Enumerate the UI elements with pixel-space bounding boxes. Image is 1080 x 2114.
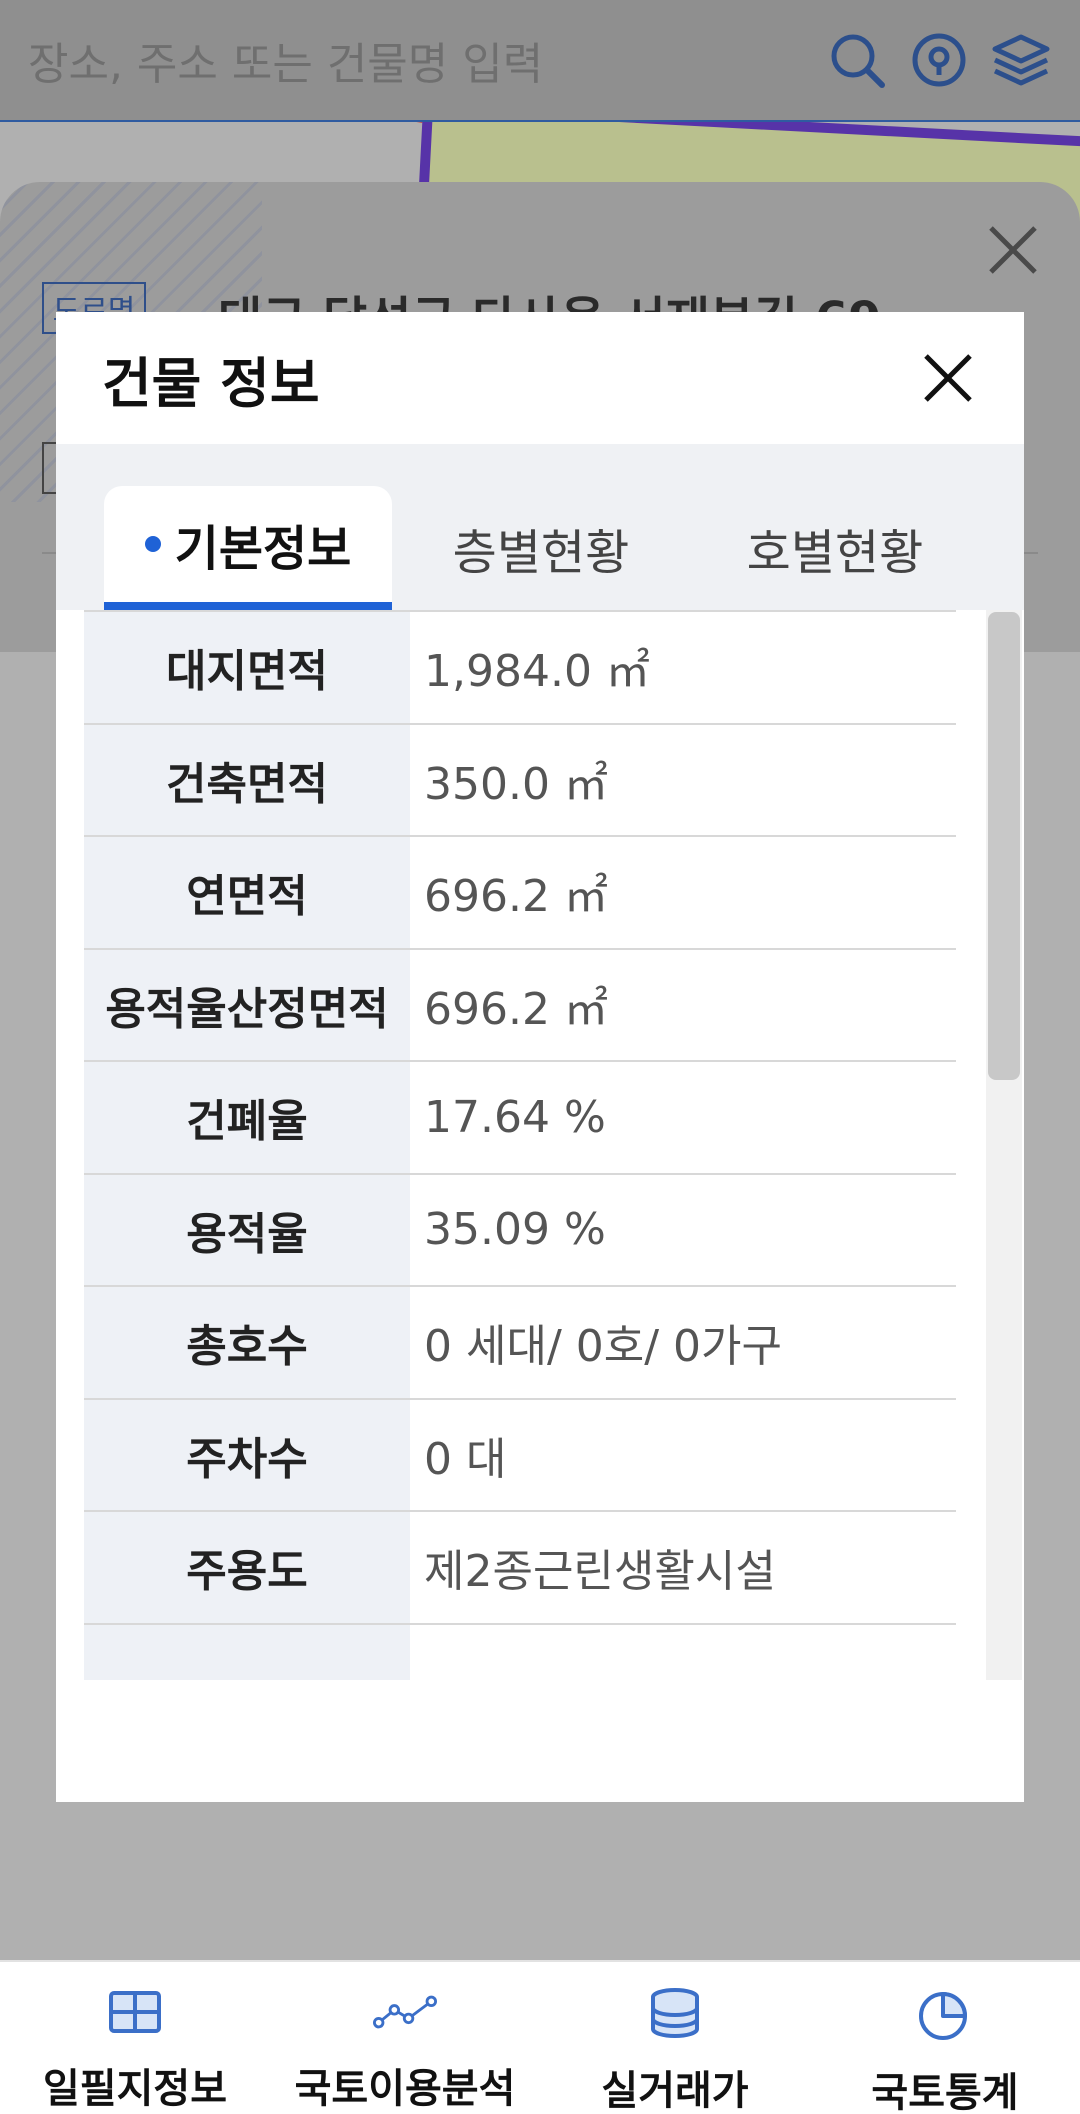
dialog-header: 건물 정보	[56, 312, 1024, 444]
bottom-nav: 일필지정보 국토이용분석 실거래가 국토통계	[0, 1960, 1080, 2114]
row-label: 주차수	[84, 1399, 410, 1510]
row-value: 696.2 ㎡	[424, 983, 608, 1035]
table-row: 건폐율 17.64 %	[84, 1062, 956, 1175]
table-row: 대지면적 1,984.0 ㎡	[84, 612, 956, 725]
nav-label: 국토통계	[871, 2070, 1019, 2114]
pie-chart-icon	[913, 1986, 977, 2042]
tab-floor-status[interactable]: 층별현황	[396, 486, 686, 610]
dialog-title: 건물 정보	[102, 351, 320, 415]
nav-item-land-use-analysis[interactable]: 국토이용분석	[270, 1962, 540, 2114]
row-value: 1,984.0 ㎡	[424, 646, 650, 698]
tab-label: 기본정보	[174, 521, 352, 577]
line-graph-icon	[373, 1986, 437, 2038]
nav-label: 국토이용분석	[294, 2066, 516, 2112]
table-row-partial	[84, 1624, 956, 1681]
nav-item-national-statistics[interactable]: 국토통계	[810, 1962, 1080, 2114]
row-label: 대지면적	[84, 612, 410, 723]
table-row: 용적율 35.09 %	[84, 1174, 956, 1287]
nav-label: 일필지정보	[43, 2066, 227, 2112]
scrollbar-thumb[interactable]	[988, 612, 1020, 1080]
row-value: 35.09 %	[424, 1204, 606, 1256]
row-label: 용적율	[84, 1174, 410, 1285]
sheet-close-icon[interactable]	[985, 222, 1041, 278]
layers-icon[interactable]	[990, 29, 1052, 91]
row-value: 17.64 %	[424, 1091, 606, 1143]
table-row: 용적율산정면적 696.2 ㎡	[84, 949, 956, 1062]
tab-label: 호별현황	[746, 525, 924, 581]
row-label: 주용도	[84, 1512, 410, 1623]
active-dot-icon	[144, 536, 161, 552]
table-row: 주용도 제2종근린생활시설	[84, 1512, 956, 1625]
row-label: 건폐율	[84, 1062, 410, 1173]
parcel-grid-icon	[103, 1986, 167, 2038]
nav-item-real-transaction-price[interactable]: 실거래가	[540, 1962, 810, 2114]
tab-bar: 기본정보 층별현황 호별현황	[56, 444, 1024, 610]
row-label: 총호수	[84, 1287, 410, 1398]
table-row: 총호수 0 세대/ 0호/ 0가구	[84, 1287, 956, 1400]
row-label	[84, 1624, 410, 1680]
row-value: 0 대	[424, 1433, 507, 1485]
row-value: 0 세대/ 0호/ 0가구	[424, 1321, 782, 1373]
row-label: 용적율산정면적	[84, 949, 410, 1060]
nav-item-parcel-info[interactable]: 일필지정보	[0, 1962, 270, 2114]
tab-basic-info[interactable]: 기본정보	[104, 486, 392, 610]
building-info-dialog: 건물 정보 기본정보 층별현황 호별현황 대지면적 1,984.0 ㎡ 건축면적…	[56, 312, 1024, 1802]
info-table: 대지면적 1,984.0 ㎡ 건축면적 350.0 ㎡ 연면적 696.2 ㎡ …	[84, 610, 956, 1680]
table-row: 주차수 0 대	[84, 1399, 956, 1512]
database-icon	[643, 1986, 707, 2040]
row-value	[410, 1625, 956, 1681]
my-location-icon[interactable]	[908, 29, 970, 91]
table-row: 건축면적 350.0 ㎡	[84, 724, 956, 837]
search-input[interactable]: 장소, 주소 또는 건물명 입력	[28, 28, 806, 92]
row-value: 696.2 ㎡	[424, 871, 608, 923]
tab-label: 층별현황	[452, 525, 630, 581]
info-scroll-area[interactable]: 대지면적 1,984.0 ㎡ 건축면적 350.0 ㎡ 연면적 696.2 ㎡ …	[84, 610, 984, 1680]
row-value: 제2종근린생활시설	[424, 1546, 776, 1598]
table-row: 연면적 696.2 ㎡	[84, 837, 956, 950]
row-label: 건축면적	[84, 724, 410, 835]
close-icon[interactable]	[918, 348, 978, 408]
nav-label: 실거래가	[601, 2068, 749, 2114]
row-label: 연면적	[84, 837, 410, 948]
search-bar: 장소, 주소 또는 건물명 입력	[0, 0, 1080, 122]
tab-unit-status[interactable]: 호별현황	[690, 486, 980, 610]
search-icon[interactable]	[826, 29, 888, 91]
row-value: 350.0 ㎡	[424, 758, 608, 810]
